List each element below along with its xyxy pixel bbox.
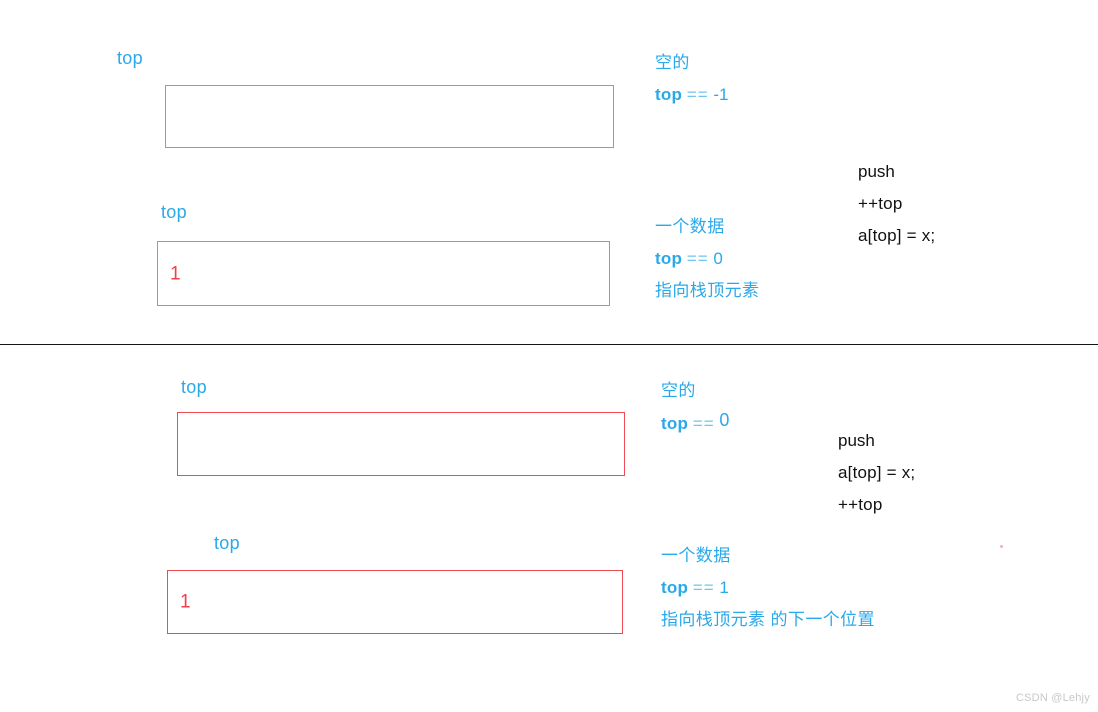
section1-push-title: push	[858, 162, 895, 181]
section2-filled-stack-box: 1	[167, 570, 623, 634]
section2-filled-state-text: 一个数据	[661, 546, 731, 565]
section1-empty-state-text: 空的	[655, 53, 690, 72]
section1-filled-value: 0	[713, 249, 723, 268]
section2-empty-op: ==	[692, 414, 715, 433]
section1-filled-top-pointer-label: top	[161, 202, 187, 222]
section2-empty-var: top	[661, 414, 689, 433]
section1-empty-var: top	[655, 85, 683, 104]
section-divider	[0, 344, 1098, 345]
section1-filled-condition: top == 0	[655, 243, 759, 275]
section2-filled-meaning-main: 指向栈顶元素	[661, 610, 766, 629]
section2-empty-condition: top == 0	[661, 407, 729, 440]
section2-empty-stack-box	[177, 412, 625, 476]
section2-filled-condition: top == 1	[661, 572, 875, 604]
diagram-canvas: top 空的 top == -1 top 1 一个数据 top == 0 指向栈…	[0, 0, 1098, 712]
section2-push-title: push	[838, 431, 875, 450]
section2-filled-value: 1	[719, 578, 729, 597]
section1-filled-meaning: 指向栈顶元素	[655, 275, 759, 307]
section1-empty-annotation: 空的 top == -1	[655, 47, 728, 111]
section1-push-code-block: push ++top a[top] = x;	[858, 156, 935, 252]
section1-empty-value: -1	[713, 85, 729, 104]
section2-empty-annotation: 空的 top == 0	[661, 375, 729, 440]
section2-push-line-2: ++top	[838, 495, 883, 514]
section1-filled-op: ==	[686, 249, 709, 268]
section1-push-line-1: ++top	[858, 194, 903, 213]
section2-empty-top-pointer-label: top	[181, 377, 207, 397]
section1-push-line-2: a[top] = x;	[858, 226, 936, 245]
section2-push-code-block: push a[top] = x; ++top	[838, 425, 915, 521]
section1-filled-meaning-main: 指向栈顶元素	[655, 281, 760, 300]
stray-dot-artifact	[1000, 545, 1003, 548]
csdn-watermark: CSDN @Lehjy	[1016, 692, 1090, 704]
section2-filled-op: ==	[692, 578, 715, 597]
section1-empty-top-pointer-label: top	[117, 48, 143, 68]
section2-empty-value: 0	[719, 410, 730, 430]
section2-filled-top-pointer-label: top	[214, 533, 240, 553]
section2-filled-meaning: 指向栈顶元素 的下一个位置	[661, 604, 875, 636]
section2-push-line-1: a[top] = x;	[838, 463, 916, 482]
section1-empty-op: ==	[686, 85, 709, 104]
section1-filled-annotation: 一个数据 top == 0 指向栈顶元素	[655, 211, 759, 307]
section1-empty-stack-box	[165, 85, 614, 148]
section1-empty-condition: top == -1	[655, 79, 728, 111]
section2-empty-state-text: 空的	[661, 381, 696, 400]
section2-filled-annotation: 一个数据 top == 1 指向栈顶元素 的下一个位置	[661, 540, 875, 636]
section2-filled-var: top	[661, 578, 689, 597]
section1-filled-stack-cell: 1	[170, 263, 181, 284]
section2-filled-stack-cell: 1	[180, 591, 191, 613]
section1-filled-stack-box: 1	[157, 241, 610, 306]
section1-filled-var: top	[655, 249, 683, 268]
section1-filled-state-text: 一个数据	[655, 217, 725, 236]
section2-filled-meaning-suffix: 的下一个位置	[765, 610, 875, 629]
